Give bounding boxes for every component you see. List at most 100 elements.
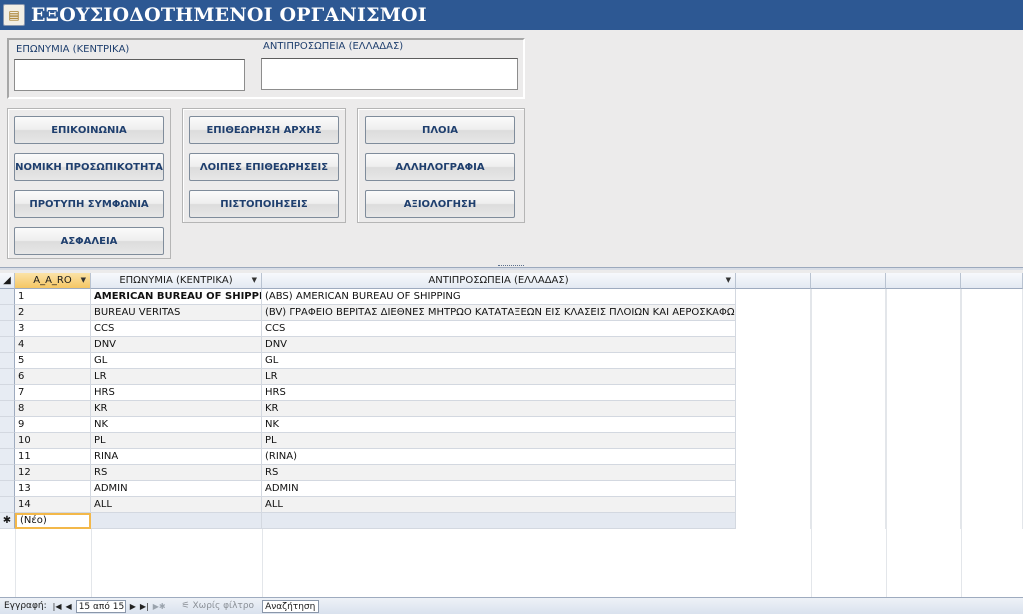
table-cell[interactable] bbox=[91, 513, 262, 529]
table-cell[interactable]: 9 bbox=[15, 417, 91, 433]
table-cell[interactable]: PL bbox=[91, 433, 262, 449]
row-selector[interactable] bbox=[0, 369, 15, 385]
ships-button[interactable]: ΠΛΟΙΑ bbox=[365, 116, 515, 144]
column-header-empty[interactable] bbox=[961, 273, 1023, 289]
other-inspections-button[interactable]: ΛΟΙΠΕΣ ΕΠΙΘΕΩΡΗΣΕΙΣ bbox=[189, 153, 339, 181]
table-cell[interactable]: CCS bbox=[91, 321, 262, 337]
current-record-field[interactable]: 15 από 15 bbox=[75, 599, 126, 613]
new-record-cell[interactable]: (Νέο) bbox=[15, 513, 91, 529]
contact-button[interactable]: ΕΠΙΚΟΙΝΩΝΙΑ bbox=[14, 116, 164, 144]
column-header-empty[interactable] bbox=[811, 273, 886, 289]
table-cell[interactable]: 14 bbox=[15, 497, 91, 513]
empty-grid-cell bbox=[811, 321, 886, 337]
table-cell[interactable]: 3 bbox=[15, 321, 91, 337]
empty-grid-cell bbox=[886, 417, 961, 433]
table-cell[interactable]: 13 bbox=[15, 481, 91, 497]
authority-inspection-button[interactable]: ΕΠΙΘΕΩΡΗΣΗ ΑΡΧΗΣ bbox=[189, 116, 339, 144]
table-cell[interactable]: DNV bbox=[91, 337, 262, 353]
last-record-icon[interactable]: ▶| bbox=[140, 602, 149, 611]
table-cell[interactable]: KR bbox=[262, 401, 736, 417]
table-cell[interactable]: KR bbox=[91, 401, 262, 417]
row-selector[interactable] bbox=[0, 433, 15, 449]
table-cell[interactable]: DNV bbox=[262, 337, 736, 353]
table-cell[interactable]: GL bbox=[262, 353, 736, 369]
dropdown-arrow-icon[interactable]: ▼ bbox=[252, 276, 257, 284]
table-cell[interactable]: BUREAU VERITAS bbox=[91, 305, 262, 321]
table-cell[interactable]: RS bbox=[262, 465, 736, 481]
form-icon[interactable]: ▤ bbox=[3, 4, 25, 26]
table-cell[interactable]: (BV) ΓΡΑΦΕΙΟ ΒΕΡΙΤΑΣ ΔΙΕΘΝΕΣ ΜΗΤΡΩΟ ΚΑΤΑ… bbox=[262, 305, 736, 321]
table-cell[interactable]: PL bbox=[262, 433, 736, 449]
table-cell[interactable]: HRS bbox=[91, 385, 262, 401]
hq-name-field[interactable] bbox=[14, 59, 245, 91]
rep-name-field[interactable] bbox=[261, 58, 518, 90]
table-cell[interactable]: 2 bbox=[15, 305, 91, 321]
column-header-empty[interactable] bbox=[736, 273, 811, 289]
table-cell[interactable]: ADMIN bbox=[262, 481, 736, 497]
search-input[interactable]: Αναζήτηση bbox=[262, 599, 320, 613]
empty-grid-cell bbox=[736, 481, 811, 497]
table-cell[interactable]: 11 bbox=[15, 449, 91, 465]
new-record-icon[interactable]: ▶✱ bbox=[153, 602, 166, 611]
table-cell[interactable]: ADMIN bbox=[91, 481, 262, 497]
dropdown-arrow-icon[interactable]: ▼ bbox=[726, 276, 731, 284]
table-cell[interactable]: ALL bbox=[91, 497, 262, 513]
row-selector[interactable] bbox=[0, 353, 15, 369]
previous-record-icon[interactable]: ◀ bbox=[66, 602, 72, 611]
table-cell[interactable]: (ABS) AMERICAN BUREAU OF SHIPPING bbox=[262, 289, 736, 305]
table-cell[interactable]: GL bbox=[91, 353, 262, 369]
filter-toggle[interactable]: ⚟ Χωρίς φίλτρο bbox=[182, 601, 255, 611]
first-record-icon[interactable]: |◀ bbox=[53, 602, 62, 611]
row-selector[interactable] bbox=[0, 289, 15, 305]
table-cell[interactable]: ALL bbox=[262, 497, 736, 513]
row-selector[interactable] bbox=[0, 417, 15, 433]
table-cell[interactable]: RINA bbox=[91, 449, 262, 465]
table-cell[interactable]: 4 bbox=[15, 337, 91, 353]
certifications-button[interactable]: ΠΙΣΤΟΠΟΙΗΣΕΙΣ bbox=[189, 190, 339, 218]
legal-entity-button[interactable]: ΝΟΜΙΚΗ ΠΡΟΣΩΠΙΚΟΤΗΤΑ bbox=[14, 153, 164, 181]
grid-line bbox=[811, 289, 812, 597]
column-header-hq-name[interactable]: ΕΠΩΝΥΜΙΑ (ΚΕΝΤΡΙΚΑ) ▼ bbox=[91, 273, 262, 289]
row-selector[interactable] bbox=[0, 497, 15, 513]
evaluation-button[interactable]: ΑΞΙΟΛΟΓΗΣΗ bbox=[365, 190, 515, 218]
table-cell[interactable]: 10 bbox=[15, 433, 91, 449]
splitter-grip-icon[interactable] bbox=[498, 265, 524, 269]
correspondence-button[interactable]: ΑΛΛΗΛΟΓΡΑΦΙΑ bbox=[365, 153, 515, 181]
column-header-a-a-ro[interactable]: A_A_RO ▼ bbox=[15, 273, 91, 289]
row-selector[interactable] bbox=[0, 481, 15, 497]
empty-grid-cell bbox=[886, 321, 961, 337]
table-cell[interactable]: LR bbox=[91, 369, 262, 385]
row-selector[interactable] bbox=[0, 401, 15, 417]
select-all-corner[interactable]: ◢ bbox=[0, 273, 15, 289]
row-selector[interactable] bbox=[0, 305, 15, 321]
row-selector[interactable] bbox=[0, 385, 15, 401]
column-header-empty[interactable] bbox=[886, 273, 961, 289]
row-selector[interactable] bbox=[0, 449, 15, 465]
table-cell[interactable]: HRS bbox=[262, 385, 736, 401]
row-selector[interactable] bbox=[0, 337, 15, 353]
table-cell[interactable]: AMERICAN BUREAU OF SHIPPING bbox=[91, 289, 262, 305]
dropdown-arrow-icon[interactable]: ▼ bbox=[81, 276, 86, 284]
row-selector[interactable] bbox=[0, 465, 15, 481]
table-cell[interactable]: (RINA) bbox=[262, 449, 736, 465]
empty-grid-cell bbox=[811, 369, 886, 385]
empty-grid-cell bbox=[886, 337, 961, 353]
row-selector[interactable] bbox=[0, 321, 15, 337]
column-header-rep-name[interactable]: ΑΝΤΙΠΡΟΣΩΠΕΙΑ (ΕΛΛΑΔΑΣ) ▼ bbox=[262, 273, 736, 289]
standard-agreement-button[interactable]: ΠΡΟΤΥΠΗ ΣΥΜΦΩΝΙΑ bbox=[14, 190, 164, 218]
next-record-icon[interactable]: ▶ bbox=[130, 602, 136, 611]
table-cell[interactable]: 12 bbox=[15, 465, 91, 481]
new-record-marker-icon[interactable]: ✱ bbox=[0, 513, 15, 529]
table-cell[interactable]: 5 bbox=[15, 353, 91, 369]
table-cell[interactable]: 6 bbox=[15, 369, 91, 385]
insurance-button[interactable]: ΑΣΦΑΛΕΙΑ bbox=[14, 227, 164, 255]
table-cell[interactable]: NK bbox=[262, 417, 736, 433]
table-cell[interactable]: 8 bbox=[15, 401, 91, 417]
table-cell[interactable]: NK bbox=[91, 417, 262, 433]
table-cell[interactable]: RS bbox=[91, 465, 262, 481]
table-cell[interactable]: 7 bbox=[15, 385, 91, 401]
table-cell[interactable]: LR bbox=[262, 369, 736, 385]
table-cell[interactable] bbox=[262, 513, 736, 529]
table-cell[interactable]: 1 bbox=[15, 289, 91, 305]
table-cell[interactable]: CCS bbox=[262, 321, 736, 337]
